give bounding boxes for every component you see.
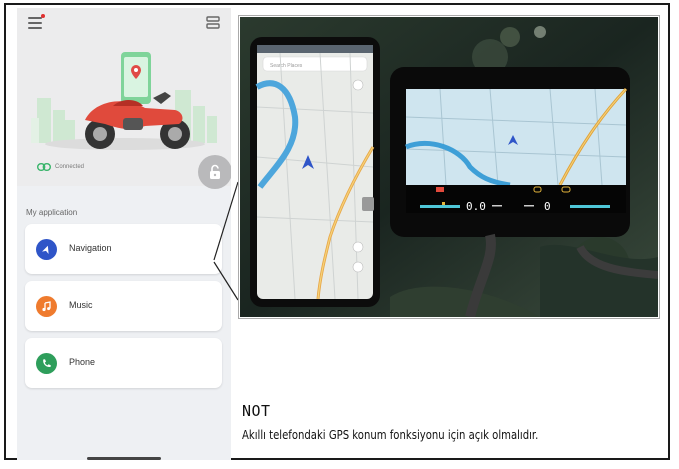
dashboard-speed-value: 0.0: [466, 200, 486, 213]
photo-illustration: Search Places 0.0 0: [240, 17, 658, 317]
dashboard-photo: Search Places 0.0 0: [240, 17, 658, 317]
note-text: Akıllı telefondaki GPS konum fonksiyonu …: [242, 428, 539, 442]
dashboard-right-value: 0: [544, 200, 551, 213]
phone-search-placeholder: Search Places: [270, 63, 303, 69]
note-title: NOT: [242, 402, 271, 420]
